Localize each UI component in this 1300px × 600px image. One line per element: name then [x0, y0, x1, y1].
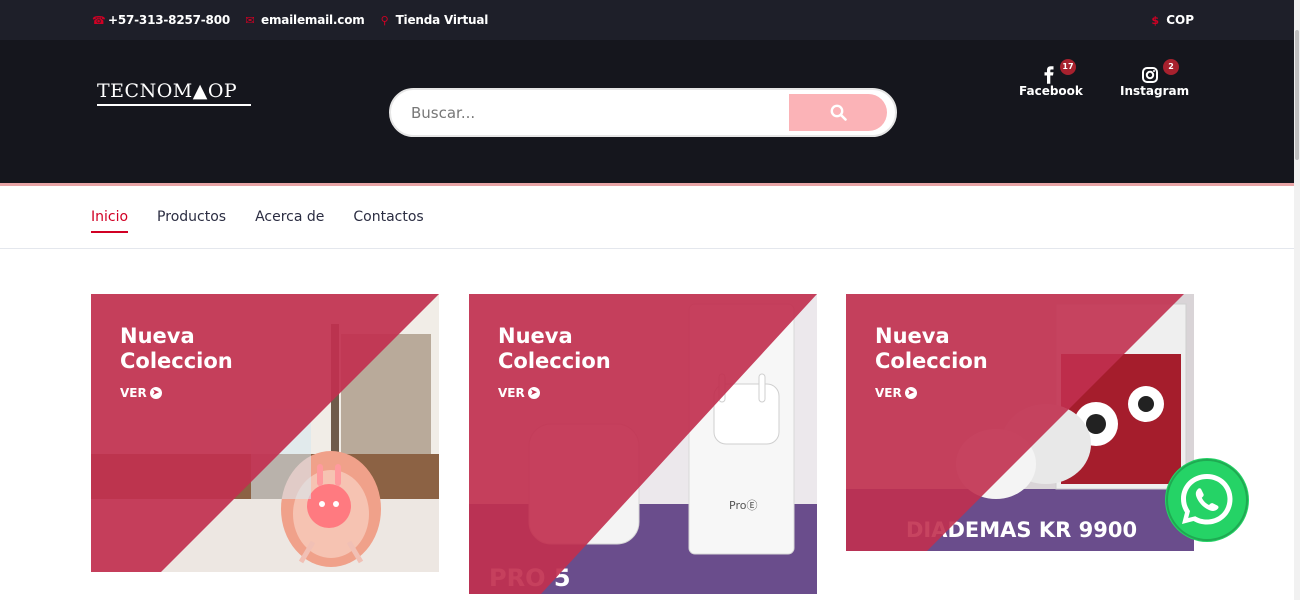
instagram-count-badge: 2 — [1163, 59, 1179, 75]
collection-card-1[interactable]: Nueva Coleccion VER ➤ — [91, 294, 439, 572]
store-link[interactable]: ⚲ Tienda Virtual — [380, 13, 489, 27]
arrow-circle-right-icon: ➤ — [904, 387, 917, 399]
phone-icon: ☎ — [92, 13, 106, 27]
nav-item-contactos[interactable]: Contactos — [353, 209, 423, 225]
whatsapp-float-button[interactable] — [1165, 458, 1249, 542]
search-input[interactable] — [411, 102, 771, 124]
site-logo[interactable]: TECNOM▲OP — [97, 80, 237, 102]
main-header: TECNOM▲OP 17 Facebook 2 Inst — [0, 40, 1294, 186]
search-bar — [389, 88, 897, 137]
card-title: Nueva Coleccion — [875, 324, 988, 373]
store-text: Tienda Virtual — [395, 13, 489, 27]
whatsapp-icon — [1166, 459, 1248, 541]
contact-info: ☎ +57-313-8257-800 ✉ emailemail.com ⚲ Ti… — [92, 13, 503, 27]
instagram-icon: 2 — [1120, 59, 1180, 84]
facebook-label: Facebook — [1019, 84, 1083, 98]
nav-item-inicio[interactable]: Inicio — [91, 209, 129, 233]
instagram-link[interactable]: 2 Instagram — [1120, 59, 1189, 98]
page-scrollbar[interactable] — [1294, 0, 1300, 600]
envelope-icon: ✉ — [245, 13, 255, 27]
ver-link[interactable]: VER ➤ — [875, 386, 917, 400]
arrow-circle-right-icon: ➤ — [149, 387, 162, 399]
map-marker-icon: ⚲ — [380, 13, 389, 27]
top-bar: ☎ +57-313-8257-800 ✉ emailemail.com ⚲ Ti… — [0, 0, 1294, 40]
arrow-circle-right-icon: ➤ — [527, 387, 540, 399]
dollar-icon: $ — [1151, 13, 1160, 27]
facebook-count-badge: 17 — [1060, 59, 1076, 75]
facebook-icon: 17 — [1019, 59, 1079, 84]
card-title: Nueva Coleccion — [498, 324, 611, 373]
card-title: Nueva Coleccion — [120, 324, 233, 373]
email-link[interactable]: ✉ emailemail.com — [245, 13, 365, 27]
logo-underline — [97, 104, 251, 106]
phone-text: +57-313-8257-800 — [108, 13, 230, 27]
nav-item-productos[interactable]: Productos — [157, 209, 226, 225]
main-navigation: Inicio Productos Acerca de Contactos — [0, 189, 1294, 249]
nav-item-acerca-de[interactable]: Acerca de — [255, 209, 324, 225]
search-icon — [830, 104, 847, 121]
facebook-link[interactable]: 17 Facebook — [1019, 59, 1083, 98]
ver-link[interactable]: VER ➤ — [498, 386, 540, 400]
instagram-label: Instagram — [1120, 84, 1190, 98]
currency-text: COP — [1166, 13, 1194, 27]
scrollbar-thumb[interactable] — [1295, 30, 1299, 160]
collection-card-3[interactable]: DIADEMAS KR 9900 Nueva Coleccion VER ➤ — [846, 294, 1194, 551]
ver-link[interactable]: VER ➤ — [120, 386, 162, 400]
collection-card-2[interactable]: ProⒺ PRO 5 Nueva Coleccion VER ➤ — [469, 294, 817, 594]
phone-link[interactable]: ☎ +57-313-8257-800 — [92, 13, 230, 27]
search-button[interactable] — [789, 94, 887, 131]
currency-selector[interactable]: $ COP — [1150, 13, 1194, 27]
email-text: emailemail.com — [261, 13, 365, 27]
